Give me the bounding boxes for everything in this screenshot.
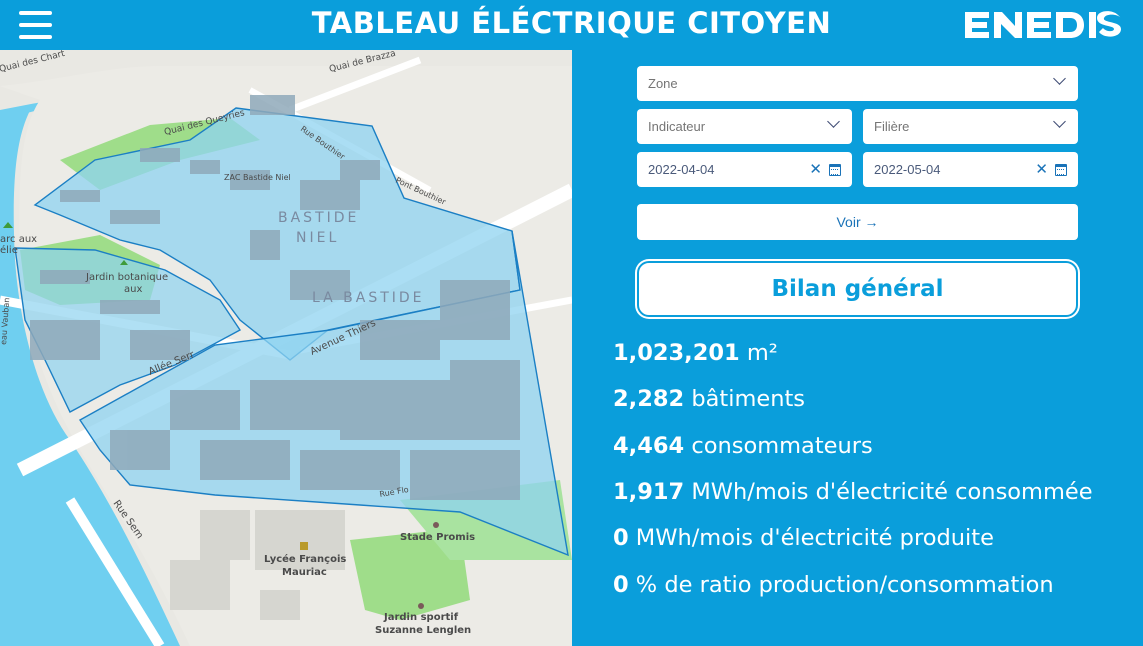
start-date-value: 2022-04-04: [648, 162, 715, 177]
chevron-down-icon: [1053, 115, 1066, 128]
stat-consommation: 1,917 MWh/mois d'électricité consommée: [613, 479, 1093, 505]
stat-ratio: 0 % de ratio production/consommation: [613, 572, 1054, 598]
stat-value: 1,917: [613, 479, 685, 505]
stat-label: MWh/mois d'électricité produite: [628, 525, 994, 551]
school-icon: [300, 542, 308, 550]
chevron-down-icon: [1053, 72, 1066, 85]
start-date-input[interactable]: 2022-04-04 ✕: [637, 152, 852, 187]
indicateur-select[interactable]: Indicateur: [637, 109, 852, 144]
calendar-icon[interactable]: [1055, 164, 1067, 176]
end-date-input[interactable]: 2022-05-04 ✕: [863, 152, 1078, 187]
voir-button[interactable]: Voir →: [637, 204, 1078, 240]
poi-dot-icon: [418, 603, 424, 609]
filter-panel: Zone Indicateur Filière 2022-04-04 ✕ 202…: [572, 50, 1143, 646]
filiere-select[interactable]: Filière: [863, 109, 1078, 144]
clear-icon[interactable]: ✕: [809, 152, 822, 187]
zone-select[interactable]: Zone: [637, 66, 1078, 101]
filiere-placeholder: Filière: [874, 119, 910, 134]
stat-consommateurs: 4,464 consommateurs: [613, 433, 873, 459]
map-label: Jardin botanique: [85, 272, 168, 283]
map-label: LA BASTIDE: [312, 290, 425, 306]
bilan-general-button[interactable]: Bilan général: [637, 261, 1078, 317]
chevron-down-icon: [827, 115, 840, 128]
enedis-logo: [963, 8, 1125, 44]
stat-label: consommateurs: [684, 433, 873, 459]
map-label: Jardin sportif: [383, 612, 459, 623]
stat-value: 0: [613, 525, 629, 551]
stat-label: % de ratio production/consommation: [628, 572, 1054, 598]
map-canvas[interactable]: Quai de Brazza Quai des Chart Quai des Q…: [0, 50, 572, 646]
stat-label: bâtiments: [684, 386, 806, 412]
map-label: Mauriac: [282, 567, 327, 578]
map-label: NIEL: [296, 230, 339, 246]
map-label: arc aux: [0, 234, 37, 245]
top-bar: TABLEAU ÉLÉCTRIQUE CITOYEN: [0, 0, 1143, 50]
stat-label: m²: [739, 340, 778, 366]
calendar-icon[interactable]: [829, 164, 841, 176]
stat-batiments: 2,282 bâtiments: [613, 386, 805, 412]
end-date-value: 2022-05-04: [874, 162, 941, 177]
map-label: Lycée François: [264, 553, 346, 565]
stat-value: 0: [613, 572, 629, 598]
map-label: Suzanne Lenglen: [375, 625, 471, 636]
stat-value: 2,282: [613, 386, 685, 412]
stat-value: 4,464: [613, 433, 685, 459]
enedis-logo-mark: [965, 11, 1121, 38]
indicateur-placeholder: Indicateur: [648, 119, 706, 134]
stat-label: MWh/mois d'électricité consommée: [684, 479, 1093, 505]
stat-surface: 1,023,201 m²: [613, 340, 778, 366]
map-label: Stade Promis: [400, 532, 475, 543]
zone-placeholder: Zone: [648, 76, 678, 91]
map-label: aux: [124, 284, 142, 295]
stat-value: 1,023,201: [613, 340, 740, 366]
map-label: ZAC Bastide Niel: [224, 173, 291, 182]
stat-production: 0 MWh/mois d'électricité produite: [613, 525, 994, 551]
map-view[interactable]: Quai de Brazza Quai des Chart Quai des Q…: [0, 50, 572, 646]
map-label: BASTIDE: [278, 210, 359, 226]
map-label: élie: [0, 244, 18, 256]
clear-icon[interactable]: ✕: [1035, 152, 1048, 187]
poi-dot-icon: [433, 522, 439, 528]
